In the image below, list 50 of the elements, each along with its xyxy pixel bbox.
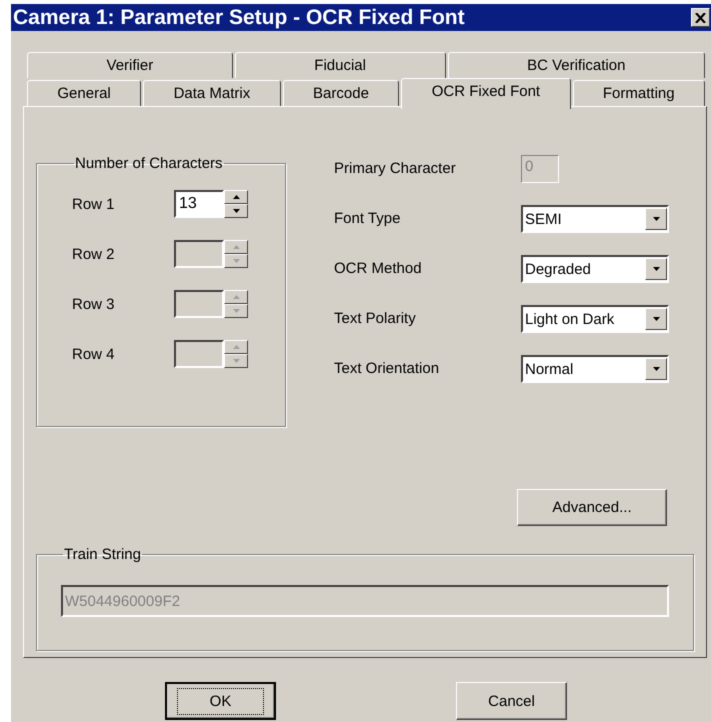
dialog-button[interactable]: Cancel bbox=[456, 682, 567, 720]
number-field[interactable]: 13 bbox=[174, 190, 224, 218]
close-button[interactable] bbox=[691, 8, 710, 27]
tab[interactable]: BC Verification bbox=[448, 52, 705, 78]
spin-down-button[interactable] bbox=[224, 304, 248, 318]
row-label: Row 1 bbox=[72, 196, 116, 212]
up-arrow-icon bbox=[232, 345, 240, 349]
group-title: Train String bbox=[63, 546, 142, 563]
spin-down-button[interactable] bbox=[224, 204, 248, 218]
tab[interactable]: Barcode bbox=[282, 80, 400, 106]
spin-down-button[interactable] bbox=[224, 354, 248, 368]
dropdown[interactable]: Normal bbox=[521, 355, 669, 383]
field-label: Font Type bbox=[334, 209, 402, 227]
field-label: Text Orientation bbox=[334, 359, 440, 377]
up-arrow-icon bbox=[232, 195, 240, 199]
down-arrow-icon bbox=[652, 217, 660, 221]
tab[interactable]: Fiducial bbox=[234, 52, 446, 78]
group-title: Number of Characters bbox=[74, 155, 224, 172]
tab[interactable]: OCR Fixed Font bbox=[401, 78, 570, 109]
down-arrow-icon bbox=[232, 209, 240, 213]
window-title: Camera 1: Parameter Setup - OCR Fixed Font bbox=[13, 6, 465, 30]
close-icon bbox=[695, 12, 706, 22]
down-arrow-icon bbox=[232, 259, 240, 263]
dropdown[interactable]: Degraded bbox=[521, 255, 669, 283]
spin-up-button[interactable] bbox=[224, 240, 248, 254]
field-label: Text Polarity bbox=[334, 309, 417, 327]
tab[interactable]: Formatting bbox=[572, 80, 705, 106]
row-label: Row 3 bbox=[72, 296, 116, 312]
spin-up-button[interactable] bbox=[224, 290, 248, 304]
row-label: Row 4 bbox=[72, 346, 116, 362]
row-label: Row 2 bbox=[72, 246, 116, 262]
dialog-button[interactable]: OK bbox=[165, 682, 276, 720]
tab[interactable]: Data Matrix bbox=[143, 80, 281, 106]
tab[interactable]: General bbox=[27, 80, 142, 106]
down-arrow-icon bbox=[232, 309, 240, 313]
up-arrow-icon bbox=[232, 245, 240, 249]
spin-up-button[interactable] bbox=[224, 340, 248, 354]
down-arrow-icon bbox=[652, 367, 660, 371]
down-arrow-icon bbox=[232, 359, 240, 363]
tab[interactable]: Verifier bbox=[27, 52, 233, 78]
field-label: Primary Character bbox=[334, 159, 457, 177]
up-arrow-icon bbox=[232, 295, 240, 299]
down-arrow-icon bbox=[652, 317, 660, 321]
spin-down-button[interactable] bbox=[224, 254, 248, 268]
field-label: OCR Method bbox=[334, 259, 423, 277]
spin-up-button[interactable] bbox=[224, 190, 248, 204]
dropdown[interactable]: SEMI bbox=[521, 205, 669, 233]
dropdown[interactable]: Light on Dark bbox=[521, 305, 669, 333]
down-arrow-icon bbox=[652, 267, 660, 271]
advanced-button[interactable]: Advanced... bbox=[517, 489, 667, 526]
